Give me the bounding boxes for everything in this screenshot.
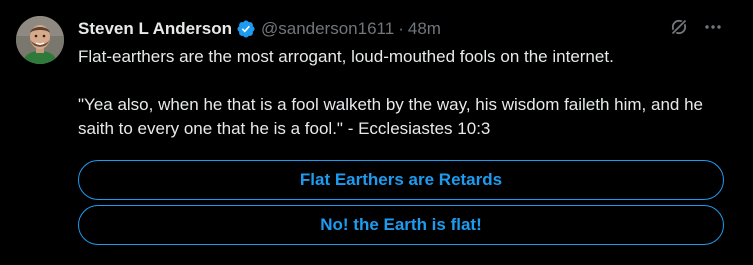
avatar[interactable] xyxy=(16,16,64,64)
tweet-top-actions xyxy=(669,17,723,37)
tweet-timestamp[interactable]: 48m xyxy=(408,19,441,39)
separator-dot: · xyxy=(398,19,404,38)
author-display-name[interactable]: Steven L Anderson xyxy=(78,19,232,39)
tweet-card: Steven L Anderson @sanderson1611 · 48m F… xyxy=(0,0,753,265)
poll: Flat Earthers are Retards No! the Earth … xyxy=(78,160,724,245)
tweet-text: Flat-earthers are the most arrogant, lou… xyxy=(78,47,703,138)
more-icon[interactable] xyxy=(703,17,723,37)
avatar-image xyxy=(16,16,64,64)
tweet-header: Steven L Anderson @sanderson1611 · 48m xyxy=(78,17,673,41)
poll-option-1[interactable]: Flat Earthers are Retards xyxy=(78,160,724,200)
grok-icon[interactable] xyxy=(669,17,689,37)
poll-option-2[interactable]: No! the Earth is flat! xyxy=(78,205,724,245)
verified-badge-icon xyxy=(236,19,256,39)
author-handle[interactable]: @sanderson1611 xyxy=(261,19,394,39)
